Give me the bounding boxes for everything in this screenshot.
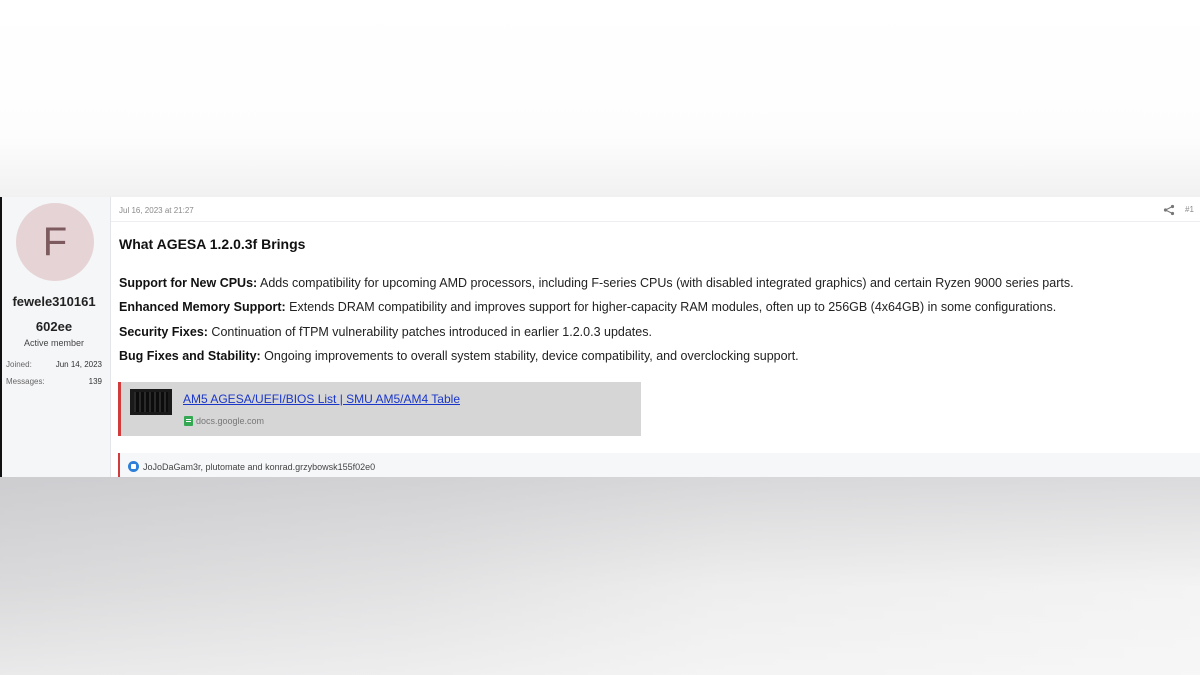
google-docs-icon	[184, 416, 193, 426]
bullet-text: Adds compatibility for upcoming AMD proc…	[257, 276, 1074, 290]
message-body: Jul 16, 2023 at 21:27 #1 What AGESA 1.2.…	[111, 197, 1200, 477]
messages-value: 139	[88, 377, 102, 386]
post-date[interactable]: Jul 16, 2023 at 21:27	[119, 206, 194, 215]
bullet-new-cpus: Support for New CPUs: Adds compatibility…	[119, 276, 1074, 290]
bullet-label: Support for New CPUs:	[119, 276, 258, 290]
username[interactable]: fewele310161 602ee	[2, 289, 106, 339]
like-icon	[128, 461, 139, 472]
user-sidebar: F fewele310161 602ee Active member Joine…	[2, 197, 111, 477]
post-number[interactable]: #1	[1185, 205, 1194, 214]
bullet-label: Bug Fixes and Stability:	[119, 349, 261, 363]
bullet-text: Extends DRAM compatibility and improves …	[285, 300, 1057, 314]
username-line-2: 602ee	[35, 319, 73, 334]
joined-stat: Joined: Jun 14, 2023	[6, 360, 102, 369]
forum-post: F fewele310161 602ee Active member Joine…	[0, 197, 1200, 477]
bottom-blurred-area	[0, 477, 1200, 675]
username-line-1: fewele310161	[12, 294, 96, 309]
reaction-users[interactable]: JoJoDaGam3r, plutomate and konrad.grzybo…	[143, 462, 375, 472]
bullet-text: Continuation of fTPM vulnerability patch…	[207, 325, 652, 339]
embed-domain: docs.google.com	[196, 416, 265, 426]
bullet-security: Security Fixes: Continuation of fTPM vul…	[119, 325, 652, 339]
message-header: Jul 16, 2023 at 21:27 #1	[111, 197, 1200, 222]
top-blank-area	[0, 0, 1200, 197]
messages-label: Messages:	[6, 377, 45, 386]
joined-label: Joined:	[6, 360, 32, 369]
bullet-label: Security Fixes:	[119, 325, 208, 339]
embed-link[interactable]: AM5 AGESA/UEFI/BIOS List | SMU AM5/AM4 T…	[183, 392, 460, 406]
bullet-stability: Bug Fixes and Stability: Ongoing improve…	[119, 349, 799, 363]
bullet-memory: Enhanced Memory Support: Extends DRAM co…	[119, 300, 1056, 314]
user-title: Active member	[23, 338, 85, 348]
bullet-label: Enhanced Memory Support:	[119, 300, 286, 314]
bullet-text: Ongoing improvements to overall system s…	[260, 349, 799, 363]
embed-thumbnail[interactable]	[130, 389, 172, 415]
avatar[interactable]: F	[16, 203, 94, 281]
link-embed-card[interactable]: AM5 AGESA/UEFI/BIOS List | SMU AM5/AM4 T…	[118, 382, 641, 436]
reactions-bar: JoJoDaGam3r, plutomate and konrad.grzybo…	[118, 453, 1200, 477]
joined-value: Jun 14, 2023	[55, 360, 102, 369]
avatar-letter: F	[42, 219, 68, 264]
post-heading: What AGESA 1.2.0.3f Brings	[119, 236, 306, 252]
messages-stat: Messages: 139	[6, 377, 102, 386]
share-icon[interactable]	[1163, 204, 1175, 216]
